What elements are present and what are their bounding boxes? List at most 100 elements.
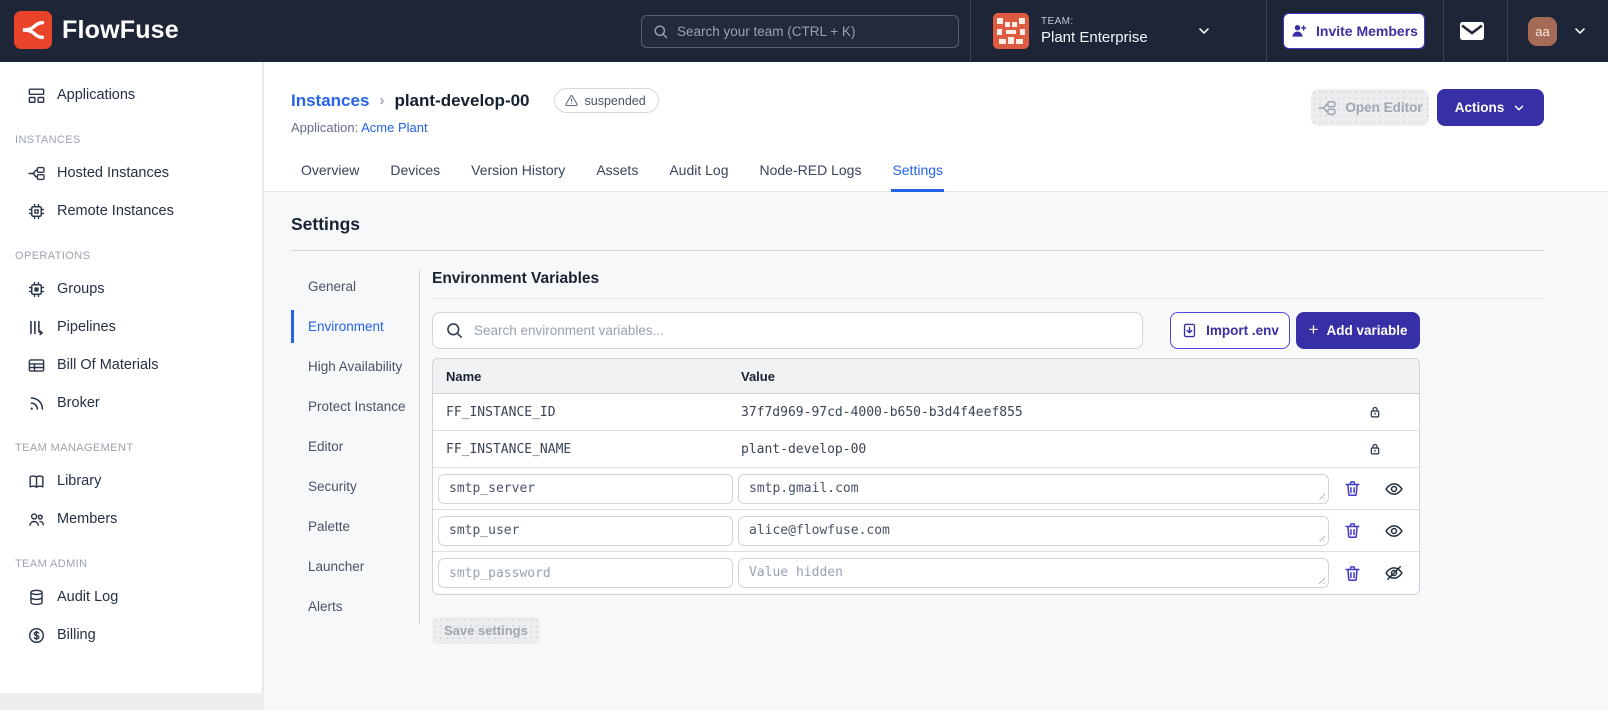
table-row: smtp.gmail.com [433,468,1419,510]
show-value-eye-icon[interactable] [1384,479,1404,499]
status-badge: suspended [553,88,659,113]
navbar-divider [1266,0,1267,62]
env-var-value: 37f7d969-97cd-4000-b650-b3d4f4eef855 [741,404,1023,420]
remote-instances-icon [27,202,46,221]
settings-nav-security[interactable]: Security [291,470,409,503]
team-search[interactable] [641,15,959,48]
settings-panel: Settings General Environment High Availa… [264,192,1608,710]
column-value: Value [741,368,775,384]
applications-icon [27,86,46,105]
env-var-name: FF_INSTANCE_NAME [446,441,572,457]
tab-assets[interactable]: Assets [595,152,639,191]
brand-name: FlowFuse [62,15,179,44]
env-search[interactable] [432,312,1143,349]
tab-devices[interactable]: Devices [389,152,441,191]
sidebar-item-applications[interactable]: Applications [0,76,262,114]
user-avatar[interactable]: aa [1528,17,1557,46]
team-chevron-down-icon[interactable] [1196,23,1212,39]
env-var-name-input[interactable] [438,515,733,546]
sidebar-item-members[interactable]: Members [0,500,262,538]
table-row: FF_INSTANCE_NAME plant-develop-00 [433,431,1419,468]
sidebar-item-label: Hosted Instances [57,165,170,181]
add-variable-button[interactable]: + Add variable [1296,312,1420,349]
settings-nav-high-availability[interactable]: High Availability [291,350,409,383]
column-name: Name [446,368,482,384]
table-row [433,552,1419,594]
settings-nav-alerts[interactable]: Alerts [291,590,409,623]
env-var-name-input[interactable] [438,473,733,504]
search-icon [652,23,669,40]
tab-version-history[interactable]: Version History [470,152,566,191]
table-row: FF_INSTANCE_ID 37f7d969-97cd-4000-b650-b… [433,394,1419,431]
sidebar-item-label: Applications [57,87,136,103]
env-var-value-input[interactable]: smtp.gmail.com [738,473,1329,504]
sidebar-item-billing[interactable]: Billing [0,616,262,654]
chevron-down-icon [1512,101,1526,115]
sidebar-item-broker[interactable]: Broker [0,384,262,422]
env-variables-table: Name Value FF_INSTANCE_ID 37f7d969-97cd-… [432,358,1420,595]
env-var-name-input[interactable] [438,558,733,588]
instance-tabs: Overview Devices Version History Assets … [300,152,944,192]
env-var-value: plant-develop-00 [741,441,867,457]
table-header: Name Value [433,359,1419,394]
invite-members-button[interactable]: Invite Members [1283,13,1425,49]
team-switcher[interactable]: TEAM: Plant Enterprise [993,13,1148,49]
envelope-icon [1458,19,1488,43]
sidebar-item-pipelines[interactable]: Pipelines [0,308,262,346]
open-editor-label: Open Editor [1345,100,1423,115]
settings-nav-divider [419,270,420,624]
notifications-mail-button[interactable] [1458,17,1488,45]
hide-value-eye-off-icon[interactable] [1384,563,1404,583]
application-link[interactable]: Acme Plant [361,120,427,135]
sidebar-section-operations: OPERATIONS [15,250,91,262]
tab-audit-log[interactable]: Audit Log [668,152,729,191]
actions-label: Actions [1454,100,1505,115]
sidebar-item-label: Library [57,473,102,489]
settings-nav-general[interactable]: General [291,270,409,303]
bill-of-materials-icon [27,356,46,375]
actions-button[interactable]: Actions [1437,89,1544,126]
save-settings-button[interactable]: Save settings [432,617,540,644]
sidebar-item-audit-log[interactable]: Audit Log [0,578,262,616]
settings-nav-environment[interactable]: Environment [291,310,409,343]
open-editor-button[interactable]: Open Editor [1311,89,1429,126]
warning-triangle-icon [564,93,579,108]
search-icon [445,321,464,340]
settings-nav-editor[interactable]: Editor [291,430,409,463]
env-var-value-input[interactable]: alice@flowfuse.com [738,515,1329,546]
settings-nav-launcher[interactable]: Launcher [291,550,409,583]
application-label: Application: [291,120,359,135]
delete-variable-button[interactable] [1343,521,1362,540]
sidebar-item-label: Members [57,511,118,527]
import-env-label: Import .env [1206,323,1279,338]
tab-overview[interactable]: Overview [300,152,360,191]
navbar-divider [970,0,971,62]
settings-title: Settings [291,214,361,234]
delete-variable-button[interactable] [1343,564,1362,583]
sidebar-item-bill-of-materials[interactable]: Bill Of Materials [0,346,262,384]
team-label: TEAM: [1041,16,1074,27]
team-search-input[interactable] [677,24,948,39]
pipelines-icon [27,318,46,337]
top-navbar: FlowFuse TEAM: [0,0,1608,62]
breadcrumb-instances-link[interactable]: Instances [291,91,369,111]
sidebar-item-groups[interactable]: Groups [0,270,262,308]
brand[interactable]: FlowFuse [14,11,179,49]
settings-nav-palette[interactable]: Palette [291,510,409,543]
sidebar-item-library[interactable]: Library [0,462,262,500]
sidebar-item-remote-instances[interactable]: Remote Instances [0,192,262,230]
settings-nav-protect-instance[interactable]: Protect Instance [291,390,409,423]
status-badge-label: suspended [584,93,646,108]
lock-icon [1329,404,1419,420]
tab-node-red-logs[interactable]: Node-RED Logs [759,152,863,191]
delete-variable-button[interactable] [1343,479,1362,498]
import-env-button[interactable]: Import .env [1170,312,1290,349]
sidebar-item-hosted-instances[interactable]: Hosted Instances [0,154,262,192]
env-var-value-input[interactable] [738,558,1329,588]
env-var-name: FF_INSTANCE_ID [446,404,556,420]
show-value-eye-icon[interactable] [1384,521,1404,541]
env-search-input[interactable] [474,323,1130,338]
save-settings-label: Save settings [444,623,528,638]
tab-settings[interactable]: Settings [891,152,944,192]
user-menu-chevron-down-icon[interactable] [1572,23,1588,39]
